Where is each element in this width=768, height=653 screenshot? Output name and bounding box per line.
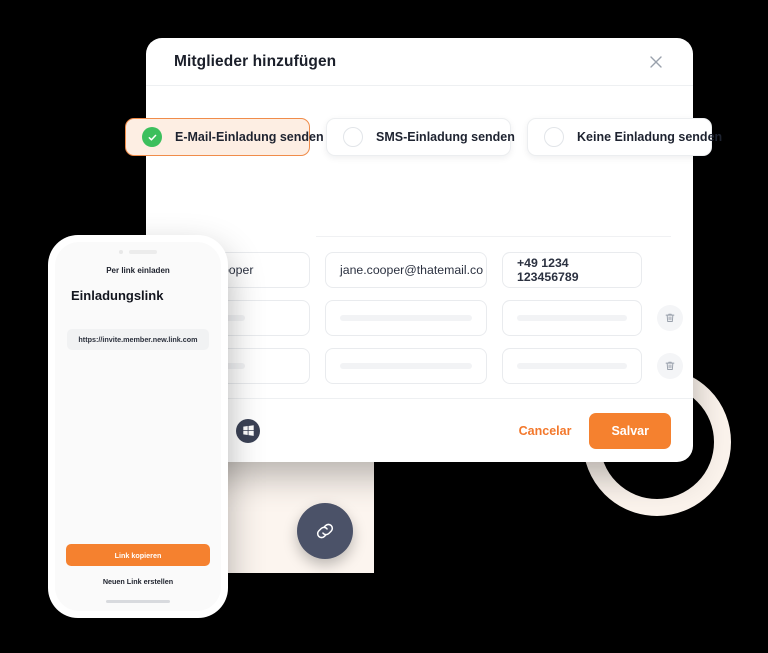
- phone-subtitle: Per link einladen: [106, 266, 170, 275]
- save-button[interactable]: Salvar: [589, 412, 671, 449]
- phone-screen: Per link einladen Einladungslink https:/…: [55, 242, 221, 611]
- delete-row-button[interactable]: [657, 353, 683, 379]
- email-field[interactable]: jane.cooper@thatemail.co: [325, 252, 487, 288]
- phone-spacer: [55, 350, 221, 544]
- add-members-modal: Mitglieder hinzufügen Jane Cooper jane.c…: [125, 38, 722, 462]
- cancel-button[interactable]: Cancelar: [519, 424, 572, 438]
- invitation-link-field[interactable]: https://invite.member.new.link.com: [67, 329, 209, 350]
- radio-empty-icon: [544, 127, 564, 147]
- option-email-label: E-Mail-Einladung senden: [175, 130, 324, 144]
- phone-field[interactable]: +49 1234 123456789: [502, 252, 642, 288]
- form-divider: [316, 236, 671, 237]
- phone-placeholder-bar: [517, 315, 627, 321]
- home-indicator: [106, 600, 170, 603]
- table-row: [168, 300, 683, 336]
- option-sms-invitation[interactable]: SMS-Einladung senden: [326, 118, 515, 156]
- phone-field[interactable]: [502, 300, 642, 336]
- email-placeholder-bar: [340, 315, 472, 321]
- phone-heading: Einladungslink: [71, 288, 164, 303]
- page-title: Mitglieder hinzufügen: [174, 52, 337, 70]
- option-no-invitation[interactable]: Keine Einladung senden: [527, 118, 722, 156]
- status-dot-icon: [119, 250, 123, 254]
- invitation-link-value: https://invite.member.new.link.com: [78, 335, 198, 344]
- email-value: jane.cooper@thatemail.co: [340, 263, 484, 277]
- close-icon[interactable]: [645, 51, 667, 73]
- phone-mockup: Per link einladen Einladungslink https:/…: [48, 235, 228, 618]
- table-row: [168, 348, 683, 384]
- option-sms-label: SMS-Einladung senden: [376, 130, 515, 144]
- email-placeholder-bar: [340, 363, 472, 369]
- member-rows: Jane Cooper jane.cooper@thatemail.co +49…: [168, 252, 683, 396]
- decorative-rectangle: [222, 455, 374, 573]
- option-email-invitation[interactable]: E-Mail-Einladung senden: [125, 118, 324, 156]
- check-circle-icon: [142, 127, 162, 147]
- screenshot-stage: Mitglieder hinzufügen Jane Cooper jane.c…: [0, 0, 768, 653]
- phone-placeholder-bar: [517, 363, 627, 369]
- delete-row-button[interactable]: [657, 305, 683, 331]
- footer-actions: Cancelar Salvar: [519, 412, 671, 449]
- option-none-label: Keine Einladung senden: [577, 130, 723, 144]
- copy-link-button[interactable]: Link kopieren: [66, 544, 210, 566]
- modal-header: Mitglieder hinzufügen: [146, 38, 693, 86]
- invitation-type-options: E-Mail-Einladung senden SMS-Einladung se…: [125, 118, 722, 156]
- email-field[interactable]: [325, 348, 487, 384]
- chain-link-icon[interactable]: [297, 503, 353, 559]
- table-row: Jane Cooper jane.cooper@thatemail.co +49…: [168, 252, 681, 288]
- status-bar-indicator: [129, 250, 157, 254]
- windows-import-icon[interactable]: [236, 418, 260, 443]
- phone-field[interactable]: [502, 348, 642, 384]
- modal-footer: CSV G Cancelar Salvar: [146, 398, 693, 462]
- phone-value: +49 1234 123456789: [517, 256, 579, 284]
- radio-empty-icon: [343, 127, 363, 147]
- create-new-link-button[interactable]: Neuen Link erstellen: [55, 577, 221, 586]
- email-field[interactable]: [325, 300, 487, 336]
- phone-status-bar: [55, 242, 221, 258]
